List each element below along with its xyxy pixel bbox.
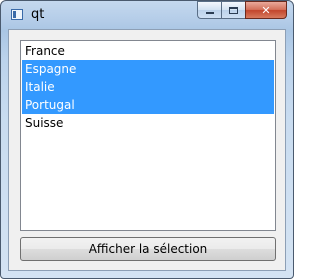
list-item-italie[interactable]: Italie [22,78,274,96]
list-item-label: France [25,44,65,58]
list-item-espagne[interactable]: Espagne [22,60,274,78]
country-list[interactable]: France Espagne Italie Portugal Suisse [20,40,276,231]
maximize-icon [229,6,238,14]
maximize-button[interactable] [221,1,245,19]
close-button[interactable]: ✕ [245,1,287,19]
list-item-label: Italie [25,80,55,94]
minimize-button[interactable] [197,1,221,19]
list-item-portugal[interactable]: Portugal [22,96,274,114]
list-item-label: Suisse [25,116,64,130]
list-item-label: Espagne [25,62,77,76]
app-icon [11,9,23,20]
list-item-label: Portugal [25,98,75,112]
minimize-icon [205,12,214,14]
client-area: France Espagne Italie Portugal Suisse Af… [8,29,286,271]
close-icon: ✕ [261,3,271,17]
show-selection-button[interactable]: Afficher la sélection [20,237,276,261]
caption-buttons: ✕ [197,1,287,21]
list-item-suisse[interactable]: Suisse [22,114,274,132]
title-bar[interactable]: qt ✕ [1,1,293,29]
list-item-france[interactable]: France [22,42,274,60]
window-title: qt [31,7,45,22]
application-window: qt ✕ France Espagne Italie Portugal Suis… [0,0,294,279]
